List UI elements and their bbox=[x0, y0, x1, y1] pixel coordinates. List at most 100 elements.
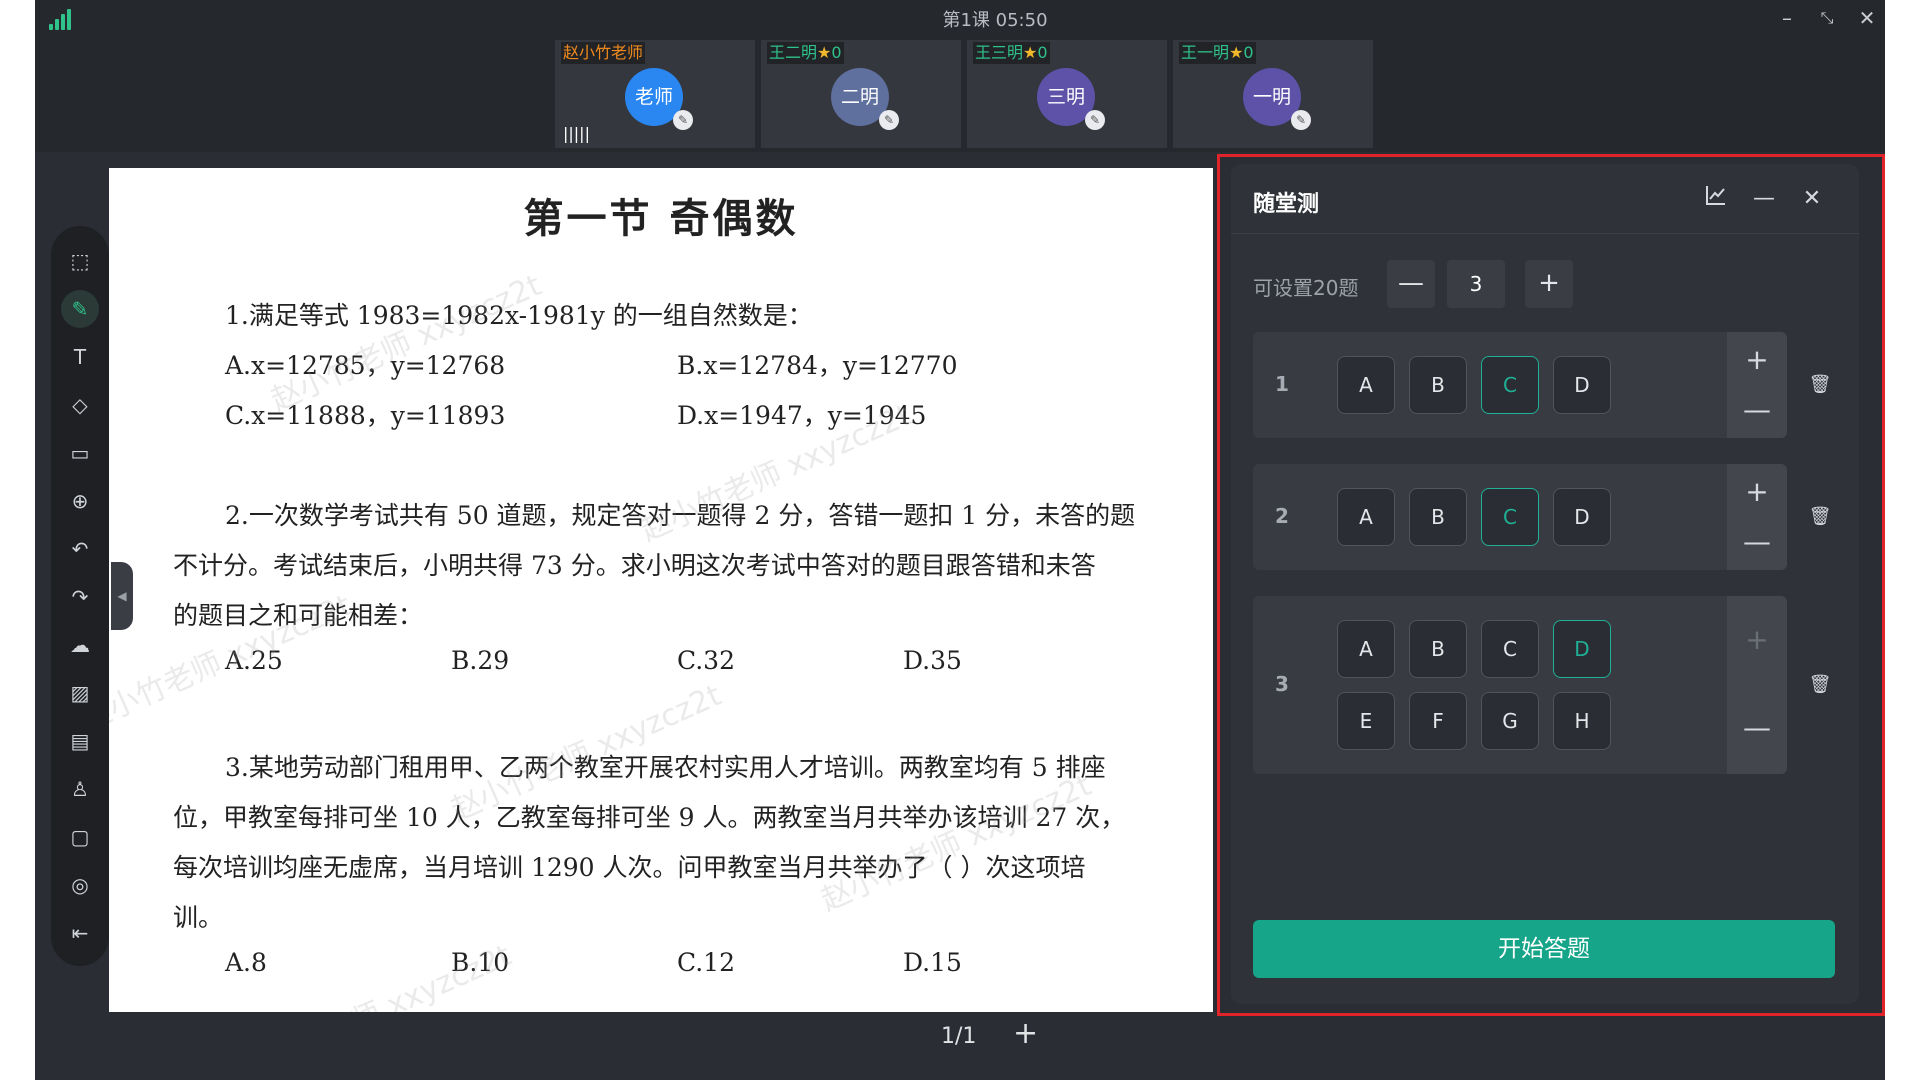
window-title: 第1课 05:50 bbox=[942, 10, 1048, 31]
option-text: C.x=11888，y=11893 bbox=[225, 401, 506, 430]
option-button[interactable]: A bbox=[1337, 356, 1395, 414]
drawing-toolbar: ⬚ ✎ T ◇ ▭ ⊕ ↶ ↷ ☁ ▨ ▤ ♙ ▢ ◎ ⇤ bbox=[51, 226, 109, 966]
star-icon: ★ bbox=[1229, 43, 1244, 62]
video-tile-student[interactable]: 王一明★0 一明 ✎ bbox=[1173, 40, 1373, 148]
question-number: 1 bbox=[1275, 372, 1289, 396]
option-text: C.12 bbox=[677, 948, 735, 977]
pen-icon[interactable]: ✎ bbox=[61, 290, 99, 328]
audio-level-icon: ||||| bbox=[563, 124, 590, 143]
option-button[interactable]: C bbox=[1481, 620, 1539, 678]
option-button[interactable]: D bbox=[1553, 488, 1611, 546]
option-text: D.15 bbox=[903, 948, 962, 977]
option-button[interactable]: A bbox=[1337, 620, 1395, 678]
option-button[interactable]: G bbox=[1481, 692, 1539, 750]
cloud-upload-icon[interactable]: ☁ bbox=[61, 626, 99, 664]
option-button[interactable]: D bbox=[1553, 356, 1611, 414]
settings-icon[interactable]: ◎ bbox=[61, 866, 99, 904]
participant-name: 王一明★0 bbox=[1179, 42, 1256, 64]
video-tile-teacher[interactable]: 赵小竹老师 老师 ✎ ||||| bbox=[555, 40, 755, 148]
participant-name: 王三明★0 bbox=[973, 42, 1050, 64]
star-icon: ★ bbox=[817, 43, 832, 62]
option-button[interactable]: B bbox=[1409, 356, 1467, 414]
option-text: B.29 bbox=[451, 646, 510, 675]
chart-icon[interactable] bbox=[1701, 184, 1731, 214]
mic-muted-icon: ✎ bbox=[673, 110, 693, 130]
option-button-selected[interactable]: C bbox=[1481, 488, 1539, 546]
minimize-panel-button[interactable]: — bbox=[1749, 184, 1779, 214]
remove-option-button[interactable]: — bbox=[1727, 708, 1787, 748]
question-card: 2 A B C D + — bbox=[1253, 464, 1787, 570]
star-icon: ★ bbox=[1023, 43, 1038, 62]
quiz-header: 随堂测 — ✕ bbox=[1231, 164, 1859, 234]
video-tile-student[interactable]: 王三明★0 三明 ✎ bbox=[967, 40, 1167, 148]
option-count-controls: + — bbox=[1727, 332, 1787, 438]
option-text: A.8 bbox=[225, 948, 267, 977]
question-card: 3 A B C D E F G H + — bbox=[1253, 596, 1787, 774]
question-number: 2 bbox=[1275, 504, 1289, 528]
shape-icon[interactable]: ▭ bbox=[61, 434, 99, 472]
add-option-button[interactable]: + bbox=[1727, 340, 1787, 380]
option-count-controls: + — bbox=[1727, 596, 1787, 774]
delete-question-icon[interactable]: 🗑 bbox=[1805, 370, 1835, 400]
delete-question-icon[interactable]: 🗑 bbox=[1805, 670, 1835, 700]
option-button-selected[interactable]: C bbox=[1481, 356, 1539, 414]
close-panel-icon[interactable]: ✕ bbox=[1797, 184, 1827, 214]
user-icon[interactable]: ♙ bbox=[61, 770, 99, 808]
option-button[interactable]: B bbox=[1409, 488, 1467, 546]
select-icon[interactable]: ⬚ bbox=[61, 242, 99, 280]
option-button[interactable]: F bbox=[1409, 692, 1467, 750]
option-button[interactable]: A bbox=[1337, 488, 1395, 546]
restore-button[interactable]: ⤡ bbox=[1813, 5, 1841, 31]
participant-name: 赵小竹老师 bbox=[561, 42, 646, 64]
option-button[interactable]: B bbox=[1409, 620, 1467, 678]
question-card: 1 A B C D + — bbox=[1253, 332, 1787, 438]
courseware-page[interactable]: 第一节 奇偶数 1.满足等式 1983=1982x-1981y 的一组自然数是：… bbox=[109, 168, 1213, 1012]
option-text: B.x=12784，y=12770 bbox=[677, 351, 958, 380]
undo-icon[interactable]: ↶ bbox=[61, 530, 99, 568]
toolbox-icon[interactable]: ▤ bbox=[61, 722, 99, 760]
participant-name: 王二明★0 bbox=[767, 42, 844, 64]
add-option-button-disabled: + bbox=[1745, 623, 1769, 656]
text-icon[interactable]: T bbox=[61, 338, 99, 376]
question-count-input[interactable]: 3 bbox=[1447, 260, 1505, 308]
add-page-button[interactable]: + bbox=[1013, 1016, 1038, 1051]
mic-muted-icon: ✎ bbox=[1291, 110, 1311, 130]
option-text: D.35 bbox=[903, 646, 962, 675]
increase-count-button[interactable]: + bbox=[1525, 260, 1573, 308]
delete-question-icon[interactable]: 🗑 bbox=[1805, 502, 1835, 532]
chat-icon[interactable]: ▢ bbox=[61, 818, 99, 856]
video-tile-student[interactable]: 王二明★0 二明 ✎ bbox=[761, 40, 961, 148]
title-bar: 第1课 05:50 – ⤡ ✕ bbox=[35, 0, 1885, 36]
mic-muted-icon: ✎ bbox=[879, 110, 899, 130]
remove-option-button[interactable]: — bbox=[1727, 390, 1787, 430]
page-title: 第一节 奇偶数 bbox=[523, 195, 799, 242]
eraser-icon[interactable]: ◇ bbox=[61, 386, 99, 424]
start-answering-button[interactable]: 开始答题 bbox=[1253, 920, 1835, 978]
mic-muted-icon: ✎ bbox=[1085, 110, 1105, 130]
question-text: 训。 bbox=[173, 903, 224, 932]
app-window: 第1课 05:50 – ⤡ ✕ 赵小竹老师 老师 ✎ ||||| 王二明★0 二… bbox=[35, 0, 1885, 1080]
option-button[interactable]: H bbox=[1553, 692, 1611, 750]
watermark: 赵小竹老师 xxyzcz2t bbox=[815, 767, 1097, 919]
exit-icon[interactable]: ⇤ bbox=[61, 914, 99, 952]
question-number: 3 bbox=[1275, 672, 1289, 696]
remove-option-button[interactable]: — bbox=[1727, 522, 1787, 562]
signal-icon bbox=[49, 8, 75, 30]
close-button[interactable]: ✕ bbox=[1853, 5, 1881, 31]
image-icon[interactable]: ▨ bbox=[61, 674, 99, 712]
minimize-button[interactable]: – bbox=[1773, 5, 1801, 31]
laser-icon[interactable]: ⊕ bbox=[61, 482, 99, 520]
add-option-button[interactable]: + bbox=[1727, 472, 1787, 512]
page-indicator: 1/1 bbox=[941, 1024, 977, 1049]
option-count-controls: + — bbox=[1727, 464, 1787, 570]
collapse-toolbar-button[interactable]: ◀ bbox=[111, 562, 133, 630]
question-text: 不计分。考试结束后，小明共得 73 分。求小明这次考试中答对的题目跟答错和未答 bbox=[173, 551, 1096, 580]
redo-icon[interactable]: ↷ bbox=[61, 578, 99, 616]
quiz-panel: 随堂测 — ✕ 可设置20题 — 3 + 1 A B C D + — 🗑 2 A… bbox=[1231, 164, 1859, 1004]
option-button[interactable]: E bbox=[1337, 692, 1395, 750]
decrease-count-button[interactable]: — bbox=[1387, 260, 1435, 308]
question-text: 3.某地劳动部门租用甲、乙两个教室开展农村实用人才培训。两教室均有 5 排座 bbox=[225, 753, 1106, 782]
watermark: 赵小竹老师 xxyzcz2t bbox=[233, 931, 517, 1012]
option-button-selected[interactable]: D bbox=[1553, 620, 1611, 678]
question-count-label: 可设置20题 bbox=[1253, 276, 1359, 300]
